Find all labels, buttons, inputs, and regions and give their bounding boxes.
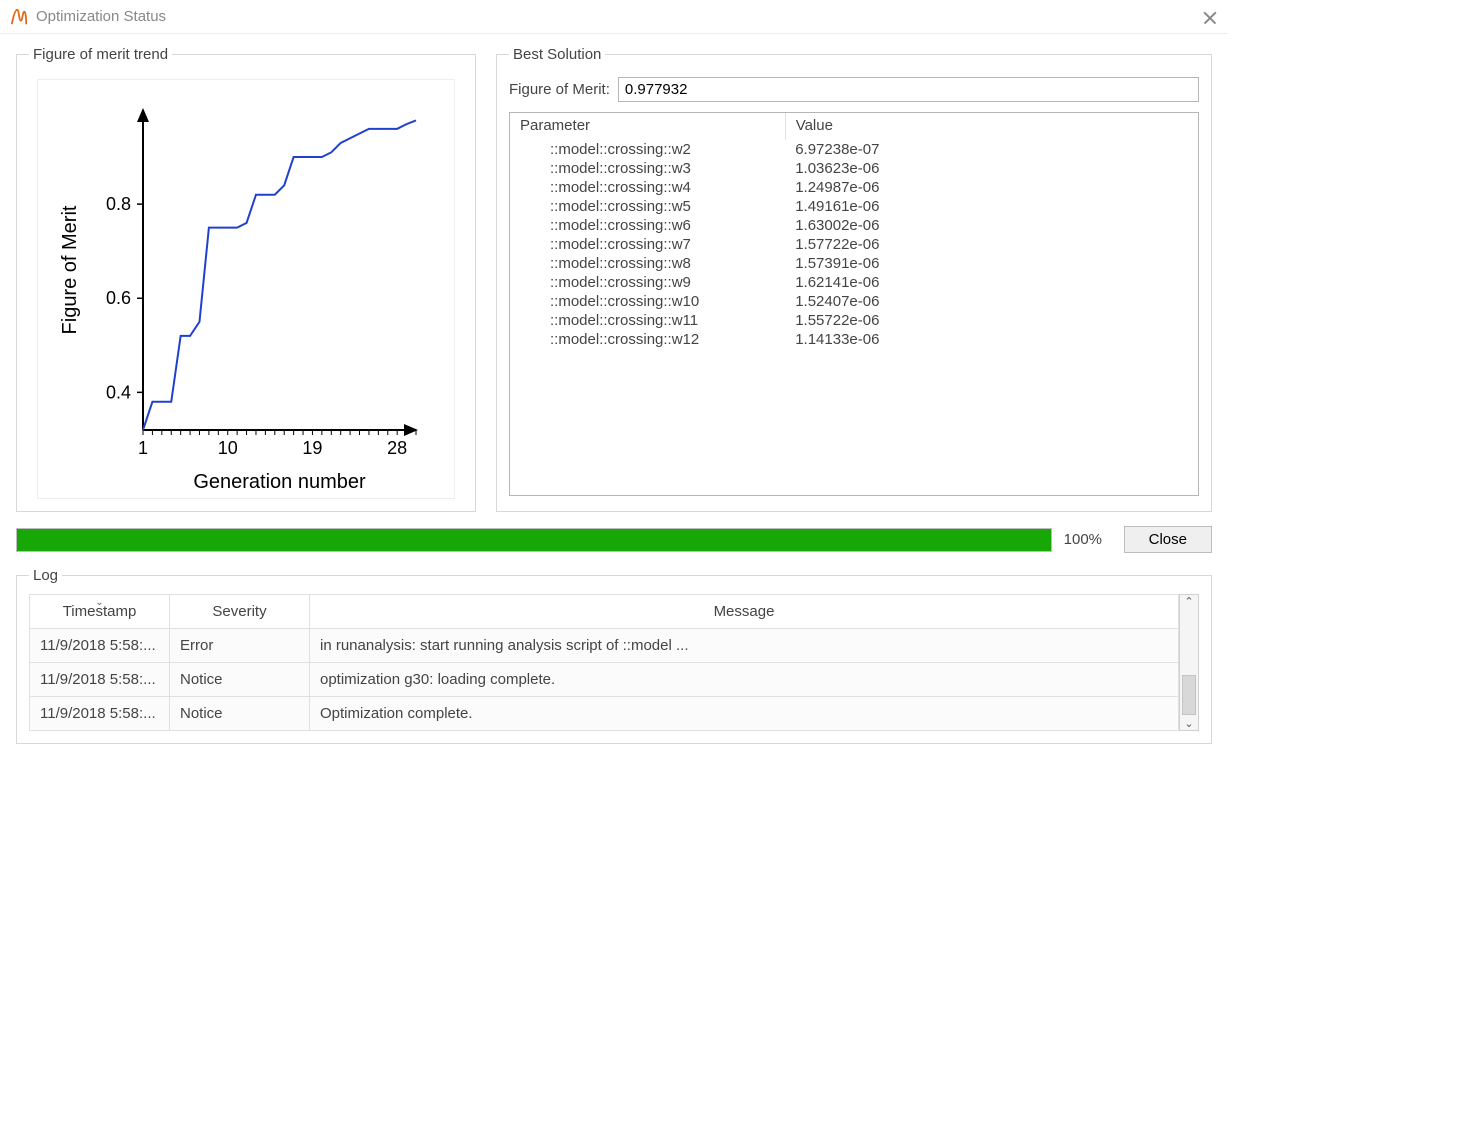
titlebar: Optimization Status <box>0 0 1228 34</box>
close-icon[interactable] <box>1202 9 1218 25</box>
log-message: Optimization complete. <box>310 697 1179 731</box>
svg-text:0.8: 0.8 <box>106 194 131 214</box>
svg-text:1: 1 <box>138 438 148 458</box>
param-name: ::model::crossing::w5 <box>510 197 785 216</box>
param-name: ::model::crossing::w4 <box>510 178 785 197</box>
fom-label: Figure of Merit: <box>509 81 610 98</box>
log-row[interactable]: 11/9/2018 5:58:...Noticeoptimization g30… <box>30 663 1179 697</box>
param-value: 1.14133e-06 <box>785 330 1198 349</box>
param-row[interactable]: ::model::crossing::w91.62141e-06 <box>510 273 1198 292</box>
window-title: Optimization Status <box>36 8 166 25</box>
best-solution-panel: Best Solution Figure of Merit: Parameter… <box>496 46 1212 512</box>
param-value: 6.97238e-07 <box>785 140 1198 159</box>
param-value: 1.62141e-06 <box>785 273 1198 292</box>
param-row[interactable]: ::model::crossing::w121.14133e-06 <box>510 330 1198 349</box>
log-header-timestamp[interactable]: ⌄ Timestamp <box>30 595 170 629</box>
param-row[interactable]: ::model::crossing::w31.03623e-06 <box>510 159 1198 178</box>
log-severity: Notice <box>170 697 310 731</box>
param-name: ::model::crossing::w2 <box>510 140 785 159</box>
log-header-message[interactable]: Message <box>310 595 1179 629</box>
param-row[interactable]: ::model::crossing::w81.57391e-06 <box>510 254 1198 273</box>
param-name: ::model::crossing::w8 <box>510 254 785 273</box>
sort-caret-icon: ⌄ <box>95 597 103 608</box>
app-icon <box>10 8 28 26</box>
log-row[interactable]: 11/9/2018 5:58:...Errorin runanalysis: s… <box>30 629 1179 663</box>
param-value: 1.57391e-06 <box>785 254 1198 273</box>
log-severity: Error <box>170 629 310 663</box>
log-panel-title: Log <box>29 567 62 584</box>
param-value: 1.49161e-06 <box>785 197 1198 216</box>
param-value: 1.03623e-06 <box>785 159 1198 178</box>
progress-percent-label: 100% <box>1064 531 1112 548</box>
param-header-value[interactable]: Value <box>785 113 1198 140</box>
scroll-down-icon[interactable]: ⌄ <box>1184 717 1193 730</box>
param-row[interactable]: ::model::crossing::w111.55722e-06 <box>510 311 1198 330</box>
log-timestamp: 11/9/2018 5:58:... <box>30 629 170 663</box>
param-row[interactable]: ::model::crossing::w61.63002e-06 <box>510 216 1198 235</box>
progress-bar <box>16 528 1052 552</box>
log-timestamp: 11/9/2018 5:58:... <box>30 663 170 697</box>
scroll-up-icon[interactable]: ⌃ <box>1184 595 1193 608</box>
log-scrollbar[interactable]: ⌃ ⌄ <box>1179 594 1199 731</box>
fom-chart: 0.4 0.6 0.8 1 10 19 28 Generation number Figure … <box>37 79 455 499</box>
param-row[interactable]: ::model::crossing::w41.24987e-06 <box>510 178 1198 197</box>
fom-value-field[interactable] <box>618 77 1199 102</box>
trend-panel-title: Figure of merit trend <box>29 46 172 63</box>
log-row[interactable]: 11/9/2018 5:58:...NoticeOptimization com… <box>30 697 1179 731</box>
param-row[interactable]: ::model::crossing::w26.97238e-07 <box>510 140 1198 159</box>
best-panel-title: Best Solution <box>509 46 605 63</box>
log-message: in runanalysis: start running analysis s… <box>310 629 1179 663</box>
parameter-table-box: Parameter Value ::model::crossing::w26.9… <box>509 112 1199 496</box>
close-button[interactable]: Close <box>1124 526 1212 553</box>
svg-text:0.6: 0.6 <box>106 288 131 308</box>
param-name: ::model::crossing::w12 <box>510 330 785 349</box>
svg-text:0.4: 0.4 <box>106 382 131 402</box>
log-timestamp: 11/9/2018 5:58:... <box>30 697 170 731</box>
param-row[interactable]: ::model::crossing::w71.57722e-06 <box>510 235 1198 254</box>
param-value: 1.63002e-06 <box>785 216 1198 235</box>
log-header-severity[interactable]: Severity <box>170 595 310 629</box>
param-header-parameter[interactable]: Parameter <box>510 113 785 140</box>
scroll-thumb[interactable] <box>1182 675 1196 715</box>
param-name: ::model::crossing::w7 <box>510 235 785 254</box>
param-value: 1.52407e-06 <box>785 292 1198 311</box>
param-row[interactable]: ::model::crossing::w51.49161e-06 <box>510 197 1198 216</box>
log-severity: Notice <box>170 663 310 697</box>
param-name: ::model::crossing::w6 <box>510 216 785 235</box>
svg-text:Generation number: Generation number <box>193 471 366 493</box>
svg-text:19: 19 <box>302 438 322 458</box>
param-name: ::model::crossing::w10 <box>510 292 785 311</box>
param-name: ::model::crossing::w9 <box>510 273 785 292</box>
param-value: 1.24987e-06 <box>785 178 1198 197</box>
svg-text:Figure of Merit: Figure of Merit <box>59 205 81 334</box>
figure-of-merit-trend-panel: Figure of merit trend 0.4 0.6 0.8 1 10 19 28 Ge… <box>16 46 476 512</box>
param-value: 1.57722e-06 <box>785 235 1198 254</box>
param-value: 1.55722e-06 <box>785 311 1198 330</box>
param-name: ::model::crossing::w3 <box>510 159 785 178</box>
param-name: ::model::crossing::w11 <box>510 311 785 330</box>
param-row[interactable]: ::model::crossing::w101.52407e-06 <box>510 292 1198 311</box>
svg-text:10: 10 <box>218 438 238 458</box>
log-panel: Log ⌄ Timestamp Severity Message <box>16 567 1212 744</box>
log-message: optimization g30: loading complete. <box>310 663 1179 697</box>
svg-text:28: 28 <box>387 438 407 458</box>
